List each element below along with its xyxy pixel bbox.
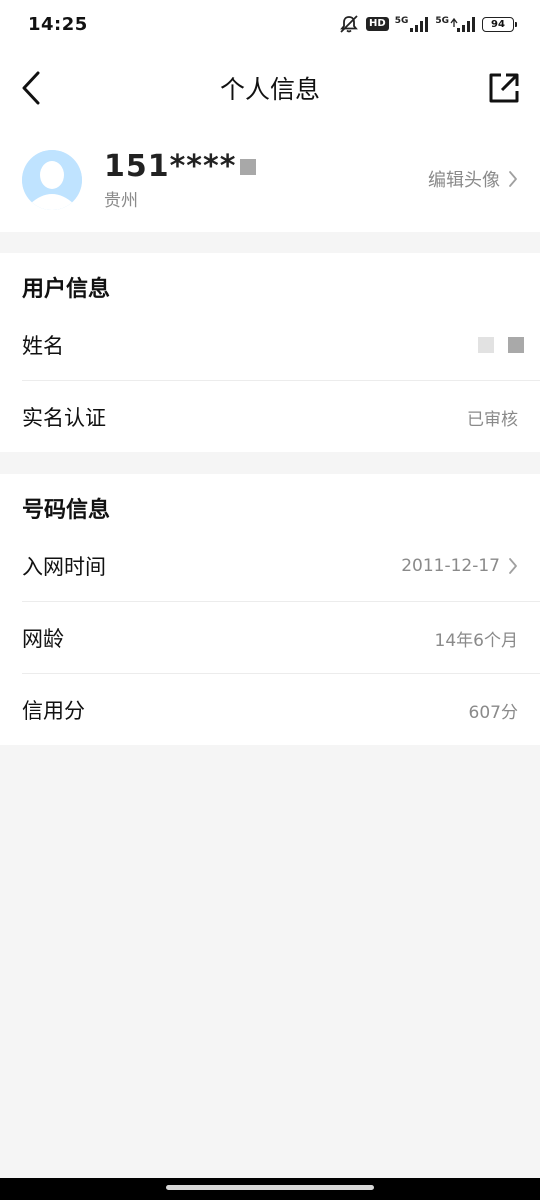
signal-2: 5G [435,16,476,32]
status-icons: HD 5G 5G 94 [338,14,517,34]
row-value: 607分 [468,702,518,723]
header: 个人信息 [0,48,540,128]
row-label: 实名认证 [22,406,106,430]
phone-row: 151**** [104,149,257,184]
row-join-date[interactable]: 入网时间 2011-12-17 [0,530,540,602]
chevron-right-icon [509,558,517,574]
home-indicator[interactable] [166,1185,374,1190]
number-info-section: 号码信息 入网时间 2011-12-17 网龄 14年6个月 信用分 607分 [0,474,540,745]
hd-badge: HD [366,17,389,31]
row-label: 入网时间 [22,555,106,579]
row-real-name-verification[interactable]: 实名认证 已审核 [0,381,540,453]
signal-icon [410,17,429,32]
status-time: 14:25 [28,13,88,35]
avatar[interactable] [22,150,82,210]
section-title: 用户信息 [22,277,111,302]
edit-avatar-link[interactable]: 编辑头像 [428,166,518,192]
user-info-section: 用户信息 姓名 实名认证 已审核 [0,253,540,452]
row-label: 信用分 [22,699,85,723]
join-date-value: 2011-12-17 [401,556,500,576]
signal-1: 5G [395,16,430,32]
row-label: 网龄 [22,627,64,651]
edit-avatar-label: 编辑头像 [428,170,500,191]
external-link-icon [489,73,519,103]
row-name[interactable]: 姓名 [0,309,540,381]
chevron-right-icon [509,171,517,187]
masked-digits [240,158,257,175]
region: 贵州 [104,191,138,211]
screen: 14:25 HD 5G 5G 94 个人信息 151**** 贵州 编辑头像 用… [0,0,540,1200]
page-title: 个人信息 [219,75,320,104]
navigation-bar [0,1178,540,1200]
signal-icon [450,17,475,32]
profile-info: 151**** 贵州 [104,149,257,211]
row-network-age[interactable]: 网龄 14年6个月 [0,602,540,674]
battery-icon: 94 [482,16,517,32]
back-button[interactable] [16,70,46,106]
row-label: 姓名 [22,334,64,358]
masked-name [478,337,524,353]
phone-number: 151**** [104,149,237,184]
row-credit-score[interactable]: 信用分 607分 [0,674,540,746]
status-bar: 14:25 HD 5G 5G 94 [0,0,540,48]
mute-vibrate-icon [340,15,358,33]
chevron-left-icon [22,71,40,105]
default-avatar-icon [22,150,82,210]
network-type-label: 5G [394,16,409,26]
row-value: 已审核 [467,409,518,430]
share-button[interactable] [486,70,522,106]
network-type-label: 5G [435,16,449,26]
battery-level: 94 [491,18,505,30]
row-value: 14年6个月 [434,630,518,651]
section-title: 号码信息 [22,498,111,523]
row-value: 2011-12-17 [401,556,518,576]
profile-card[interactable]: 151**** 贵州 编辑头像 [0,128,540,232]
